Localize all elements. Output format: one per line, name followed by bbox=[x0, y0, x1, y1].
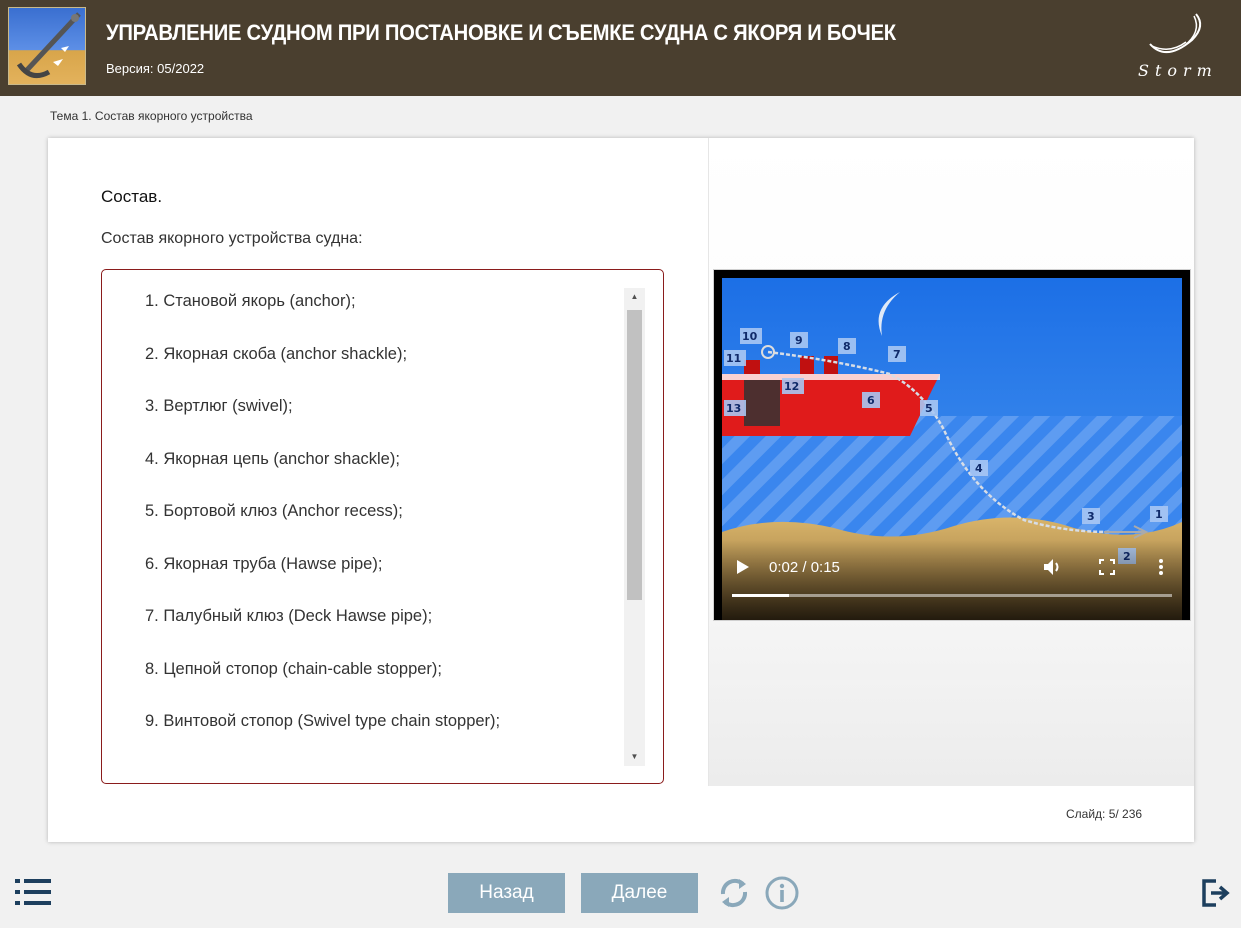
video-frame[interactable]: 1 2 3 4 5 6 7 8 9 10 11 12 13 0:02 / 0:1… bbox=[714, 270, 1190, 620]
slide-card: Состав. Состав якорного устройства судна… bbox=[48, 138, 1194, 842]
list-item: 1. Становой якорь (anchor); bbox=[145, 292, 356, 310]
video-progress-fill bbox=[732, 594, 790, 597]
callout-label: 12 bbox=[784, 380, 799, 393]
menu-list-icon[interactable] bbox=[15, 879, 53, 905]
scroll-down-arrow-icon[interactable]: ▼ bbox=[624, 748, 645, 766]
volume-icon[interactable] bbox=[1041, 556, 1063, 578]
next-button[interactable]: Далее bbox=[581, 873, 698, 913]
breadcrumb: Тема 1. Состав якорного устройства bbox=[50, 109, 253, 123]
callout-label: 13 bbox=[726, 402, 741, 415]
intro-text: Состав якорного устройства судна: bbox=[101, 230, 363, 247]
more-options-icon[interactable] bbox=[1156, 558, 1166, 576]
course-version: Версия: 05/2022 bbox=[106, 61, 205, 76]
course-logo-image bbox=[8, 7, 86, 85]
storm-logo: Storm bbox=[1136, 10, 1218, 82]
list-item: 8. Цепной стопор (chain-cable stopper); bbox=[145, 659, 442, 678]
callout-label: 4 bbox=[975, 462, 983, 475]
callout-label: 10 bbox=[742, 330, 758, 343]
callout-label: 5 bbox=[925, 402, 933, 415]
list-item: 2. Якорная скоба (anchor shackle); bbox=[145, 344, 408, 363]
info-icon[interactable] bbox=[764, 875, 800, 911]
exit-icon[interactable] bbox=[1202, 879, 1230, 907]
callout-label: 7 bbox=[893, 348, 901, 361]
callout-label: 8 bbox=[843, 340, 851, 353]
section-title: Состав. bbox=[101, 187, 163, 206]
svg-text:Storm: Storm bbox=[1138, 61, 1218, 80]
fullscreen-icon[interactable] bbox=[1098, 558, 1116, 576]
callout-label: 9 bbox=[795, 334, 803, 347]
list-item: 3. Вертлюг (swivel); bbox=[145, 397, 293, 415]
video-controls bbox=[714, 540, 1190, 620]
list-item: 6. Якорная труба (Hawse pipe); bbox=[145, 554, 383, 573]
callout-label: 6 bbox=[867, 394, 875, 407]
list-scrollbar[interactable]: ▲ ▼ bbox=[624, 288, 645, 766]
course-title: УПРАВЛЕНИЕ СУДНОМ ПРИ ПОСТАНОВКЕ И СЪЕМК… bbox=[106, 20, 896, 45]
video-time: 0:02 / 0:15 bbox=[769, 559, 840, 576]
slide-counter: Слайд: 5/ 236 bbox=[1066, 807, 1143, 821]
list-item: 5. Бортовой клюз (Anchor recess); bbox=[145, 502, 403, 520]
back-button[interactable]: Назад bbox=[448, 873, 565, 913]
callout-label: 3 bbox=[1087, 510, 1095, 523]
scroll-thumb[interactable] bbox=[627, 310, 642, 600]
callout-label: 1 bbox=[1155, 508, 1163, 521]
scroll-up-arrow-icon[interactable]: ▲ bbox=[624, 288, 645, 306]
replay-icon[interactable] bbox=[715, 874, 753, 912]
callout-label: 11 bbox=[726, 352, 741, 365]
list-item: 7. Палубный клюз (Deck Hawse pipe); bbox=[145, 607, 433, 625]
list-item: 9. Винтовой стопор (Swivel type chain st… bbox=[145, 712, 501, 730]
video-player[interactable]: 1 2 3 4 5 6 7 8 9 10 11 12 13 0:02 / 0:1… bbox=[713, 269, 1191, 621]
components-list[interactable]: 1. Становой якорь (anchor); 2. Якорная с… bbox=[101, 269, 664, 784]
list-item: 4. Якорная цепь (anchor shackle); bbox=[145, 449, 400, 468]
play-icon[interactable] bbox=[735, 558, 751, 576]
video-progress-bar[interactable] bbox=[732, 594, 1172, 597]
app-header: УПРАВЛЕНИЕ СУДНОМ ПРИ ПОСТАНОВКЕ И СЪЕМК… bbox=[0, 0, 1241, 96]
anchor-icon bbox=[16, 12, 81, 79]
